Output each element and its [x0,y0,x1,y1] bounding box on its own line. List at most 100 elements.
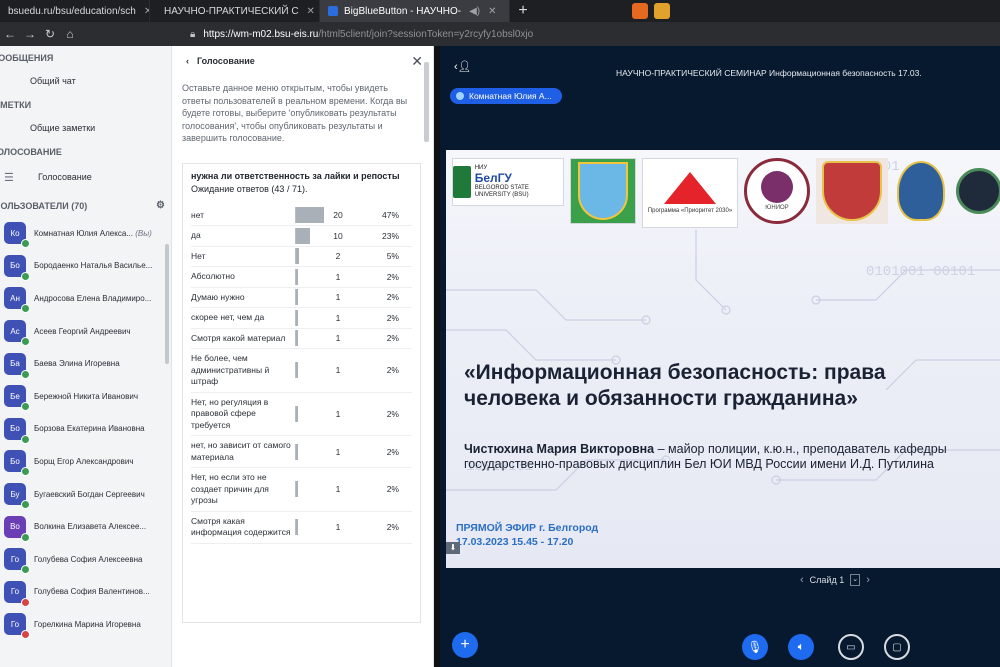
poll-answer-percent: 2% [386,271,399,282]
user-list-item[interactable]: Го Голубева София Валентинов... [0,576,171,609]
poll-answer-count: 1 [335,333,341,344]
slide-selector[interactable]: Слайд 1 [810,575,845,585]
extension-icon[interactable] [654,3,670,19]
tab-3-label: BigBlueButton - НАУЧНО- [344,5,462,17]
poll-title: Голосование [197,56,255,66]
avatar: Ан [4,287,30,314]
chevron-down-icon[interactable]: ⌄ [850,574,861,586]
user-list-item[interactable]: Ан Андросова Елена Владимиро... [0,282,171,315]
user-name: Голубева София Алексеевна [34,555,143,564]
extension-icons [632,3,670,19]
slide-author: Чистюхина Мария Викторовна – майор полиц… [464,442,994,471]
microphone-icon [21,434,30,444]
user-name-text: Асеев Георгий Андреевич [34,326,131,336]
poll-answer-percent: 2% [386,446,399,457]
user-list: Ко Комнатная Юлия Алекса... (Вы) Бо Бородае… [0,217,171,641]
sidebar-item-shared-notes[interactable]: Общие заметки [0,116,171,140]
user-name: Борщ Егор Александрович [34,457,134,466]
user-list-item[interactable]: Бу Бугаевский Богдан Сергеевич [0,478,171,511]
avatar-initials: Бе [10,391,20,401]
reload-icon[interactable]: ↻ [40,27,60,41]
avatar: Ко [4,222,30,249]
poll-answer-bar [295,289,323,306]
previous-slide-button[interactable]: ‹ [800,574,804,586]
poll-answer-bar [295,248,323,265]
poll-answer-bar [295,330,323,347]
poll-answer-bar-fill [296,481,298,498]
close-icon[interactable]: ✕ [488,6,496,17]
audio-button[interactable]: 🔈︎ [788,634,814,660]
browser-tab-1[interactable]: bsuedu.ru/bsu/education/sch ✕ [0,0,150,22]
muted-microphone-icon [21,630,30,640]
browser-tab-2[interactable]: НАУЧНО-ПРАКТИЧЕСКИЙ С ✕ [150,0,320,22]
user-name: Бугаевский Богдан Сергеевич [34,490,145,499]
avatar-initials: Го [10,587,20,597]
poll-answer-percent: 2% [386,408,399,419]
user-list-item[interactable]: Ко Комнатная Юлия Алекса... (Вы) [0,217,171,250]
gear-icon[interactable]: ⚙ [156,200,165,211]
sidebar-item-voting[interactable]: ☰ Голосование [0,163,171,191]
poll-answer-bar-fill [296,362,298,379]
user-name: Асеев Георгий Андреевич [34,327,131,336]
user-list-toggle-icon[interactable]: ‹👤︎ [454,60,472,73]
avatar-initials: Ан [10,293,20,303]
user-list-item[interactable]: Во Волкина Елизавета Алексее... [0,510,171,543]
close-icon[interactable]: ✕ [307,6,315,17]
user-name-text: Голубева София Валентинов... [34,587,150,597]
address-bar[interactable]: 🔒︎ https://wm-m02.bsu-eis.ru /html5clien… [190,29,533,40]
user-list-item[interactable]: Бо Борщ Егор Александрович [0,445,171,478]
user-list-item[interactable]: Бо Бородаенко Наталья Василье... [0,250,171,283]
user-name: Бородаенко Наталья Василье... [34,261,152,270]
session-header: ‹👤︎ НАУЧНО-ПРАКТИЧЕСКИЙ СЕМИНАР Информац… [440,46,1000,86]
new-tab-button[interactable]: + [510,0,536,22]
user-list-item[interactable]: Го Голубева София Алексеевна [0,543,171,576]
avatar: Го [4,613,30,640]
user-list-item[interactable]: Бо Борзова Екатерина Ивановна [0,413,171,446]
poll-answer-row: Нет 2 5% [191,247,412,267]
security-emblem-icon [954,158,1000,224]
screen-share-button[interactable]: ▢ [884,634,910,660]
user-list-item[interactable]: Бе Бережной Никита Иванович [0,380,171,413]
poll-answer-percent: 5% [386,251,399,262]
avatar-initials: Бо [10,456,20,466]
speaker-icon[interactable]: ◀) [469,6,480,17]
poll-answer-bar-fill [296,330,298,347]
poll-scrollbar[interactable] [424,62,429,142]
talking-indicator[interactable]: Комнатная Юлия А... [450,88,562,104]
next-slide-button[interactable]: › [866,574,870,586]
poll-answer-bar [295,309,323,326]
camera-off-button[interactable]: ▭ [838,634,864,660]
poll-back-button[interactable]: ‹ Голосование [186,56,255,66]
back-icon[interactable]: ← [0,27,20,41]
junior-emblem-icon [761,171,793,203]
poll-answer-row: Нет, но если это не создает причин для у… [191,468,412,512]
user-name-text: Горелкина Марина Игоревна [34,619,141,629]
url-host: https://wm-m02.bsu-eis.ru [203,28,319,40]
avatar: Го [4,580,30,607]
poll-answer-count: 2 [335,251,341,262]
microphone-icon [21,304,30,314]
download-icon[interactable]: ⬇ [446,542,460,554]
close-icon[interactable]: ✕ [411,53,423,70]
home-icon[interactable]: ⌂ [60,27,80,41]
avatar-initials: Го [10,554,20,564]
poll-answer-label: нет [191,209,205,220]
presenter-name: Комнатная Юлия А... [469,91,552,101]
microphone-icon [21,239,30,249]
poll-answer-bar [295,481,323,498]
sidebar-item-public-chat[interactable]: Общий чат [0,69,171,93]
avatar-initials: Бо [10,424,20,434]
browser-tab-3[interactable]: BigBlueButton - НАУЧНО- ◀) ✕ [320,0,510,22]
user-list-item[interactable]: Ас Асеев Георгий Андреевич [0,315,171,348]
firefox-icon[interactable] [632,3,648,19]
actions-button[interactable]: + [452,632,478,658]
user-list-scrollbar[interactable] [165,244,169,364]
poll-answer-bar [295,519,323,535]
user-list-item[interactable]: Ба Баева Элина Игоревна [0,347,171,380]
forward-icon[interactable]: → [20,27,40,41]
poll-answer-bar-fill [296,519,298,535]
poll-answer-count: 1 [335,312,341,323]
microphone-button[interactable]: 🎙︎ [742,634,768,660]
user-name-text: Борщ Егор Александрович [34,456,134,466]
user-list-item[interactable]: Го Горелкина Марина Игоревна [0,608,171,641]
